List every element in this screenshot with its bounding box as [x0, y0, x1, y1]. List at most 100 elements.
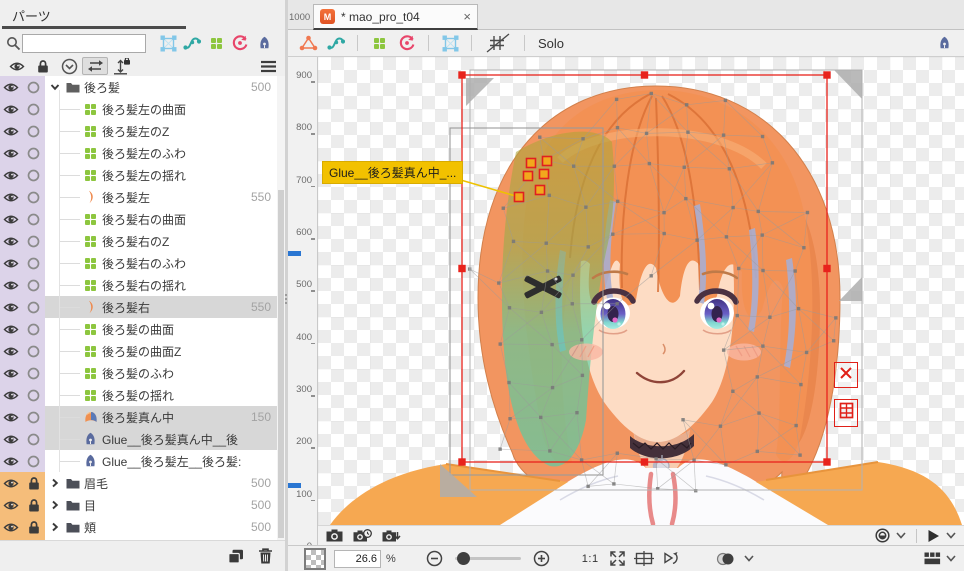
trash-icon[interactable] [258, 548, 273, 564]
visibility-toggle[interactable] [0, 164, 22, 186]
chevron-right-icon[interactable] [50, 522, 64, 532]
visibility-toggle[interactable] [0, 516, 22, 538]
selection-handle[interactable] [641, 458, 648, 465]
record-icon[interactable] [875, 528, 890, 543]
play-icon[interactable] [927, 529, 940, 543]
lock-toggle[interactable] [22, 450, 45, 472]
lock-toggle[interactable] [22, 142, 45, 164]
lock-toggle[interactable] [22, 318, 45, 340]
tree-item-content[interactable]: 後ろ髪右の曲面 [45, 208, 285, 230]
glue-pen-icon[interactable] [252, 36, 276, 50]
tree-item[interactable]: Glue__後ろ髪真ん中__後 [0, 428, 285, 450]
visibility-toggle[interactable] [0, 98, 22, 120]
selection-handle[interactable] [641, 71, 648, 78]
tree-item-content[interactable]: 後ろ髪右のZ [45, 230, 285, 252]
lock-toggle[interactable] [22, 340, 45, 362]
visibility-toggle[interactable] [0, 252, 22, 274]
zoom-out-icon[interactable] [426, 550, 443, 567]
bbox-select-icon[interactable] [156, 35, 180, 52]
tree-item[interactable]: 後ろ髪左のふわ [0, 142, 285, 164]
tree-item[interactable]: 後ろ髪右550 [0, 296, 285, 318]
tree-item[interactable]: 後ろ髪右の曲面 [0, 208, 285, 230]
visibility-toggle[interactable] [0, 362, 22, 384]
lock-toggle[interactable] [22, 164, 45, 186]
convert-mesh-button[interactable] [834, 399, 858, 427]
tree-item-content[interactable]: Glue__後ろ髪左__後ろ髪: [45, 450, 285, 472]
tree-item[interactable]: 後ろ髪のふわ [0, 362, 285, 384]
lock-toggle[interactable] [22, 406, 45, 428]
glue-point[interactable] [515, 193, 524, 202]
selection-handle[interactable] [823, 265, 830, 272]
tree-item-content[interactable]: 後ろ髪の曲面 [45, 318, 285, 340]
onion-skin-icon[interactable] [716, 552, 736, 566]
visibility-toggle[interactable] [0, 274, 22, 296]
tree-item[interactable]: 後ろ髪の曲面 [0, 318, 285, 340]
camera-export-icon[interactable] [382, 529, 401, 543]
tab-parts[interactable]: パーツ [12, 6, 51, 25]
visibility-toggle[interactable] [0, 76, 22, 98]
tree-item-content[interactable]: Glue__後ろ髪真ん中__後 [45, 428, 285, 450]
lock-toggle[interactable] [22, 538, 45, 540]
rotation-deformer-icon[interactable] [228, 35, 252, 51]
tree-item[interactable]: 目500 [0, 494, 285, 516]
visibility-toggle[interactable] [0, 142, 22, 164]
close-icon[interactable]: × [463, 9, 471, 24]
tree-item-content[interactable]: 後ろ髪左550 [45, 186, 285, 208]
visibility-toggle[interactable] [0, 186, 22, 208]
tree-item-content[interactable]: 後ろ髪左の揺れ [45, 164, 285, 186]
glue-point[interactable] [536, 186, 545, 195]
visibility-toggle[interactable] [0, 428, 22, 450]
tree-item-content[interactable]: 後ろ髪右の揺れ [45, 274, 285, 296]
delete-deformer-button[interactable] [834, 362, 858, 388]
visibility-toggle[interactable] [0, 384, 22, 406]
glue-point[interactable] [527, 159, 536, 168]
tree-item-content[interactable]: 後ろ髪500 [45, 76, 285, 98]
mesh-edit-icon[interactable] [296, 35, 320, 51]
grid-off-icon[interactable] [481, 33, 515, 53]
lock-toggle[interactable] [22, 208, 45, 230]
tree-item[interactable]: 後ろ髪右のふわ [0, 252, 285, 274]
chevron-right-icon[interactable] [50, 500, 64, 510]
tree-scrollbar-thumb[interactable] [278, 190, 284, 538]
tree-item[interactable]: 後ろ髪の揺れ [0, 384, 285, 406]
circle-chevron-icon[interactable] [56, 58, 82, 75]
lock-icon[interactable] [30, 60, 56, 73]
tree-item-content[interactable]: 後ろ髪のふわ [45, 362, 285, 384]
fit-expand-icon[interactable] [609, 550, 626, 567]
tree-item[interactable]: 後ろ髪左550 [0, 186, 285, 208]
tree-item[interactable]: 頬500 [0, 516, 285, 538]
eye-icon[interactable] [4, 61, 30, 72]
visibility-toggle[interactable] [0, 472, 22, 494]
rotation-deformer-icon[interactable] [395, 35, 419, 51]
tree-item-content[interactable]: 眉毛500 [45, 472, 285, 494]
tree-item[interactable] [0, 538, 285, 540]
chevron-down-icon[interactable] [744, 555, 754, 562]
glue-pen-icon[interactable] [932, 36, 956, 50]
tree-item-content[interactable] [45, 538, 285, 540]
tree-item-content[interactable]: 後ろ髪左のふわ [45, 142, 285, 164]
swap-arrows-icon[interactable] [82, 57, 108, 75]
tree-item-content[interactable]: 後ろ髪左の曲面 [45, 98, 285, 120]
lock-toggle[interactable] [22, 252, 45, 274]
lock-toggle[interactable] [22, 428, 45, 450]
path-edit-icon[interactable] [180, 35, 204, 51]
tree-item[interactable]: 後ろ髪左の曲面 [0, 98, 285, 120]
tree-item-content[interactable]: 後ろ髪の曲面Z [45, 340, 285, 362]
panel-resize-handle[interactable] [285, 294, 287, 306]
lock-toggle[interactable] [22, 120, 45, 142]
visibility-toggle[interactable] [0, 340, 22, 362]
glue-point[interactable] [540, 170, 549, 179]
tree-item[interactable]: 後ろ髪の曲面Z [0, 340, 285, 362]
glue-point[interactable] [543, 157, 552, 166]
tree-item-content[interactable]: 後ろ髪真ん中150 [45, 406, 285, 428]
selection-handle[interactable] [823, 458, 830, 465]
tree-item[interactable]: 後ろ髪左のZ [0, 120, 285, 142]
zoom-level-input[interactable] [334, 550, 381, 568]
lock-toggle[interactable] [22, 362, 45, 384]
layout-grid-icon[interactable] [924, 552, 941, 565]
fit-grid-icon[interactable] [634, 551, 654, 566]
lock-toggle[interactable] [22, 494, 45, 516]
lock-toggle[interactable] [22, 274, 45, 296]
dock-lock-icon[interactable] [108, 58, 134, 75]
solo-label[interactable]: Solo [538, 36, 564, 51]
